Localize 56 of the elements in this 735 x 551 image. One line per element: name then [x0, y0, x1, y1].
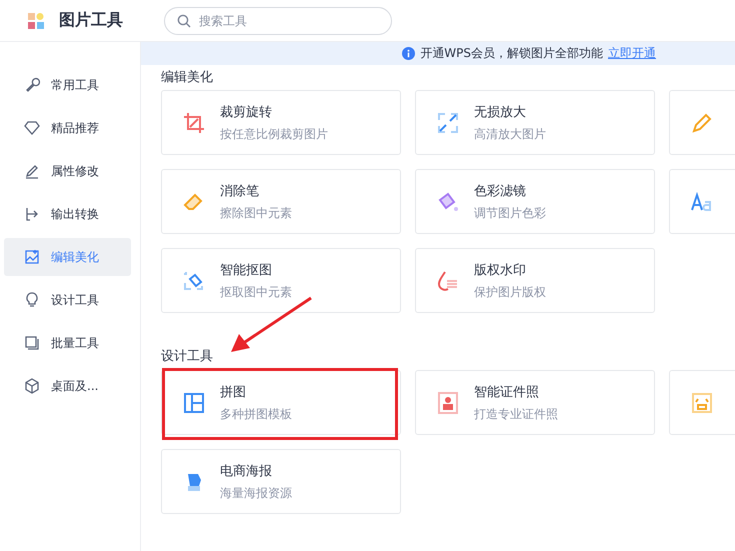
sidebar-item[interactable]: 输出转换 — [4, 195, 131, 233]
crop-icon — [182, 110, 206, 134]
tool-card[interactable]: 电商海报 海量海报资源 — [161, 449, 401, 514]
search-icon — [177, 14, 191, 28]
cube-icon — [24, 378, 40, 394]
sidebar-item[interactable]: 设计工具 — [4, 281, 131, 319]
search-field[interactable]: 搜索工具 — [164, 6, 392, 34]
card-title: 智能抠图 — [220, 262, 273, 278]
card-title: 无损放大 — [474, 104, 527, 120]
card-title: 色彩滤镜 — [474, 182, 527, 200]
card-subtitle: 海量海报资源 — [220, 484, 292, 502]
text-icon — [690, 190, 714, 214]
layers-icon — [24, 335, 40, 351]
tool-card[interactable]: 裁剪旋转 按任意比例裁剪图片 — [161, 90, 401, 155]
card-subtitle: 擦除图中元素 — [220, 204, 292, 222]
card-title: 智能证件照 — [474, 384, 540, 400]
section-title: 设计工具 — [161, 348, 214, 366]
frame-icon — [690, 390, 714, 414]
card-title: 消除笔 — [220, 182, 260, 200]
sidebar-item[interactable]: 桌面及... — [4, 367, 131, 405]
card-title: 电商海报 — [220, 462, 273, 480]
tool-card[interactable]: 智能抠图 抠取图中元素 — [161, 248, 401, 313]
card-title: 拼图 — [220, 384, 247, 400]
card-title: 裁剪旋转 — [220, 104, 273, 120]
section-title: 编辑美化 — [161, 69, 214, 87]
info-icon — [402, 47, 416, 60]
grid-icon — [182, 390, 206, 414]
card-subtitle: 多种拼图模板 — [220, 406, 292, 422]
card-subtitle: 按任意比例裁剪图片 — [220, 126, 328, 142]
diamond-icon — [24, 120, 40, 136]
card-subtitle: 抠取图中元素 — [220, 284, 292, 300]
tool-card[interactable]: 智能证件照 打造专业证件照 — [415, 370, 655, 435]
id-photo-icon — [436, 390, 460, 414]
tool-card[interactable]: 版权水印 保护图片版权 — [415, 248, 655, 313]
tool-card[interactable]: 拼图 多种拼图模板 — [161, 370, 401, 435]
drop-icon — [436, 268, 460, 292]
expand-icon — [436, 110, 460, 134]
tool-card[interactable]: 无损放大 高清放大图片 — [415, 90, 655, 155]
logo-icon — [28, 12, 44, 28]
sidebar-item[interactable]: 属性修改 — [4, 152, 131, 190]
pencil-icon — [24, 163, 40, 179]
sidebar-item[interactable]: 批量工具 — [4, 324, 131, 362]
card-subtitle: 打造专业证件照 — [474, 406, 558, 422]
app-title: 图片工具 — [59, 10, 123, 31]
card-subtitle: 高清放大图片 — [474, 126, 546, 142]
card-subtitle: 调节图片色彩 — [474, 204, 546, 222]
sidebar-item[interactable]: 常用工具 — [4, 66, 131, 104]
card-title: 版权水印 — [474, 262, 527, 278]
bulb-icon — [24, 292, 40, 308]
tool-card[interactable]: 消除笔 擦除图中元素 — [161, 169, 401, 234]
sidebar-item[interactable]: 精品推荐 — [4, 109, 131, 147]
tool-card[interactable]: 色彩滤镜 调节图片色彩 — [415, 169, 655, 234]
card-subtitle: 保护图片版权 — [474, 284, 546, 300]
image-icon — [24, 249, 40, 265]
export-icon — [24, 206, 40, 222]
banner-text: 开通WPS会员，解锁图片全部功能 — [420, 45, 603, 62]
